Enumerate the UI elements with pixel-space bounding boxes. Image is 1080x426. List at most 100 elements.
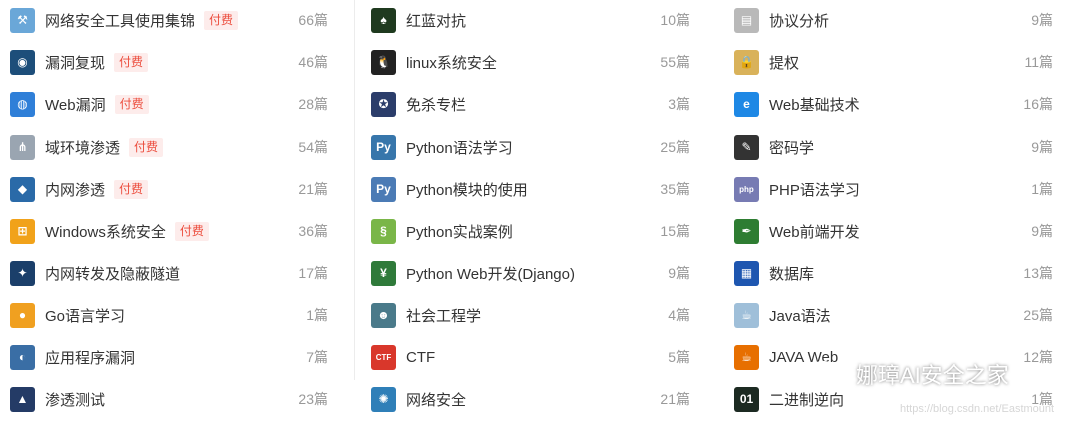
paid-badge: 付费: [204, 10, 239, 30]
category-label: 网络安全工具使用集锦: [45, 12, 196, 30]
snake-icon: §: [371, 218, 396, 244]
category-item[interactable]: CTF CTF 5篇: [362, 336, 712, 378]
article-count: 23篇: [298, 391, 328, 407]
category-label: Python Web开发(Django): [406, 265, 575, 283]
category-item[interactable]: ♠ 红蓝对抗 10篇: [362, 0, 712, 41]
article-count: 21篇: [660, 391, 690, 407]
category-item[interactable]: php PHP语法学习 1篇: [725, 168, 1080, 210]
category-label: 渗透测试: [45, 391, 106, 409]
article-count: 11篇: [1024, 54, 1053, 70]
category-item[interactable]: ⊞ Windows系统安全 付费 36篇: [0, 210, 345, 252]
article-count: 10篇: [660, 12, 690, 28]
article-count: 16篇: [1023, 96, 1053, 112]
category-label: Web漏洞: [45, 96, 106, 114]
column-divider: [354, 0, 355, 380]
category-item[interactable]: ✦ 内网转发及隐蔽隧道 17篇: [0, 252, 345, 294]
category-label: Go语言学习: [45, 307, 126, 325]
category-label: 密码学: [769, 139, 815, 157]
article-count: 13篇: [1023, 265, 1053, 281]
globe-icon: ◍: [10, 91, 35, 117]
article-count: 17篇: [298, 265, 328, 281]
category-label: 数据库: [769, 265, 815, 283]
network-security-icon: ✺: [371, 386, 396, 412]
category-item[interactable]: § Python实战案例 15篇: [362, 210, 712, 252]
paid-badge: 付费: [114, 52, 149, 72]
category-item[interactable]: ▲ 渗透测试 23篇: [0, 378, 345, 420]
php-logo-icon: php: [734, 176, 759, 202]
category-label: 二进制逆向: [769, 391, 845, 409]
article-count: 1篇: [306, 307, 328, 323]
lock-icon: 🔒: [734, 49, 759, 75]
category-item[interactable]: ☕ JAVA Web 12篇: [725, 336, 1080, 378]
category-item[interactable]: ¥ Python Web开发(Django) 9篇: [362, 252, 712, 294]
java-icon: ☕: [734, 302, 759, 328]
category-label: 域环境渗透: [45, 139, 121, 157]
ie-browser-icon: e: [734, 91, 759, 117]
article-count: 9篇: [668, 265, 690, 281]
article-count: 3篇: [668, 96, 690, 112]
category-label: 免杀专栏: [406, 96, 467, 114]
article-count: 9篇: [1031, 12, 1053, 28]
article-count: 36篇: [298, 223, 328, 239]
article-count: 12篇: [1023, 349, 1053, 365]
category-item[interactable]: e Web基础技术 16篇: [725, 83, 1080, 125]
paid-badge: 付费: [114, 94, 149, 114]
category-item[interactable]: Py Python语法学习 25篇: [362, 126, 712, 168]
app-vuln-icon: ◐: [10, 344, 35, 370]
column-middle: ♠ 红蓝对抗 10篇 🐧 linux系统安全 55篇 ✪ 免杀专栏 3篇 Py Python语法学习…: [362, 0, 712, 426]
article-count: 5篇: [668, 349, 690, 365]
category-label: 内网转发及隐蔽隧道: [45, 265, 181, 283]
watermark-url: https://blog.csdn.net/Eastmount: [900, 403, 1055, 415]
category-label: 提权: [769, 54, 800, 72]
category-label: 应用程序漏洞: [45, 349, 136, 367]
red-blue-icon: ♠: [371, 7, 396, 33]
category-item[interactable]: ◍ Web漏洞 付费 28篇: [0, 83, 345, 125]
category-item[interactable]: ✒ Web前端开发 9篇: [725, 210, 1080, 252]
category-label: Windows系统安全: [45, 223, 166, 241]
pentest-icon: ▲: [10, 386, 35, 412]
category-label: 协议分析: [769, 12, 830, 30]
category-item[interactable]: ⚒ 网络安全工具使用集锦 付费 66篇: [0, 0, 345, 41]
category-item[interactable]: ✎ 密码学 9篇: [725, 126, 1080, 168]
article-count: 15篇: [660, 223, 690, 239]
category-item[interactable]: 🐧 linux系统安全 55篇: [362, 41, 712, 83]
database-icon: ▦: [734, 260, 759, 286]
category-label: Python语法学习: [406, 139, 513, 157]
article-count: 25篇: [1023, 307, 1053, 323]
category-label: Python模块的使用: [406, 181, 528, 199]
column-right: ▤ 协议分析 9篇 🔒 提权 11篇 e Web基础技术 16篇 ✎ 密码学 9篇 php PHP语法学习…: [725, 0, 1080, 426]
category-item[interactable]: ☻ 社会工程学 4篇: [362, 294, 712, 336]
document-icon: ▤: [734, 7, 759, 33]
ctf-icon: CTF: [371, 344, 396, 370]
article-count: 25篇: [660, 139, 690, 155]
article-count: 1篇: [1031, 181, 1053, 197]
article-count: 4篇: [668, 307, 690, 323]
category-item[interactable]: ● Go语言学习 1篇: [0, 294, 345, 336]
category-item[interactable]: Py Python模块的使用 35篇: [362, 168, 712, 210]
article-count: 35篇: [660, 181, 690, 197]
category-label: Web基础技术: [769, 96, 860, 114]
python-module-icon: Py: [371, 176, 396, 202]
category-item[interactable]: 🔒 提权 11篇: [725, 41, 1080, 83]
binary-icon: 01: [734, 386, 759, 412]
category-item[interactable]: ◉ 漏洞复现 付费 46篇: [0, 41, 345, 83]
category-label: PHP语法学习: [769, 181, 860, 199]
category-item[interactable]: ☕ Java语法 25篇: [725, 294, 1080, 336]
category-item[interactable]: ▤ 协议分析 9篇: [725, 0, 1080, 41]
network-tree-icon: ⋔: [10, 134, 35, 160]
tools-icon: ⚒: [10, 7, 35, 33]
category-item[interactable]: ◐ 应用程序漏洞 7篇: [0, 336, 345, 378]
category-label: CTF: [406, 348, 436, 366]
category-item[interactable]: ▦ 数据库 13篇: [725, 252, 1080, 294]
paid-badge: 付费: [114, 179, 149, 199]
category-label: Python实战案例: [406, 223, 513, 241]
category-item[interactable]: ⋔ 域环境渗透 付费 54篇: [0, 126, 345, 168]
category-item[interactable]: ✺ 网络安全 21篇: [362, 378, 712, 420]
category-item[interactable]: ✪ 免杀专栏 3篇: [362, 83, 712, 125]
category-label: JAVA Web: [769, 348, 839, 366]
go-gopher-icon: ●: [10, 302, 35, 328]
article-count: 54篇: [298, 139, 328, 155]
python-logo-icon: Py: [371, 134, 396, 160]
category-item[interactable]: ◆ 内网渗透 付费 21篇: [0, 168, 345, 210]
category-label: 漏洞复现: [45, 54, 106, 72]
